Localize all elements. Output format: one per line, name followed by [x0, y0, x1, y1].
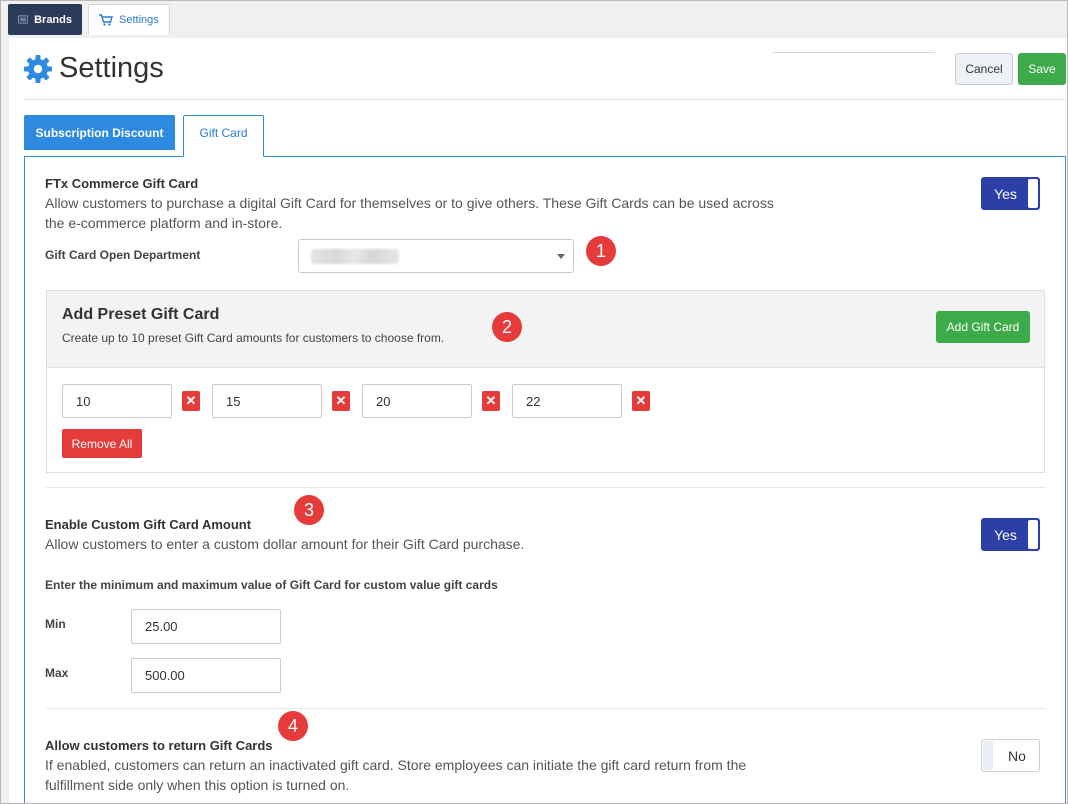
preset-description: Create up to 10 preset Gift Card amounts… [62, 331, 445, 345]
toggle-knob [1028, 179, 1038, 208]
section-divider [46, 708, 1046, 709]
remove-amount-icon[interactable]: ✕ [632, 391, 650, 411]
returns-toggle[interactable]: No [981, 739, 1040, 772]
top-tab-brands[interactable]: Brands [8, 4, 82, 35]
returns-title: Allow customers to return Gift Cards [45, 738, 273, 753]
tab-subscription-discount[interactable]: Subscription Discount [24, 115, 175, 150]
top-tab-brands-label: Brands [34, 13, 72, 26]
toggle-knob [983, 741, 993, 770]
department-label: Gift Card Open Department [45, 248, 201, 262]
top-tab-settings[interactable]: Settings [88, 4, 170, 35]
range-label: Enter the minimum and maximum value of G… [45, 578, 498, 592]
custom-amount-toggle-label: Yes [994, 526, 1017, 543]
remove-all-button[interactable]: Remove All [62, 429, 142, 458]
add-gift-card-button[interactable]: Add Gift Card [936, 311, 1030, 343]
remove-amount-icon[interactable]: ✕ [332, 391, 350, 411]
top-tab-settings-label: Settings [119, 14, 159, 26]
preset-gift-card-box: Add Preset Gift Card Create up to 10 pre… [46, 290, 1045, 473]
header-divider [772, 52, 935, 53]
preset-amount-input[interactable]: 20 [362, 384, 472, 418]
returns-toggle-label: No [1008, 747, 1026, 764]
marker-3: 3 [294, 495, 324, 525]
marker-2: 2 [492, 312, 522, 342]
gift-card-toggle[interactable]: Yes [981, 177, 1040, 210]
page-header: Settings [23, 52, 164, 85]
gift-card-toggle-label: Yes [994, 185, 1017, 202]
title-divider [23, 99, 1066, 100]
page-title: Settings [59, 52, 164, 84]
preset-amount-input[interactable]: 22 [512, 384, 622, 418]
custom-amount-description: Allow customers to enter a custom dollar… [45, 536, 525, 552]
department-value-redacted [311, 249, 399, 264]
gift-card-section-title: FTx Commerce Gift Card [45, 176, 199, 191]
marker-4: 4 [278, 711, 308, 741]
app-window: Brands Settings Settings Cancel Save Sub… [0, 0, 1068, 804]
cart-icon [99, 14, 113, 26]
gift-card-section-description: Allow customers to purchase a digital Gi… [45, 195, 774, 231]
tab-gift-card[interactable]: Gift Card [183, 115, 264, 157]
min-input[interactable]: 25.00 [131, 609, 281, 644]
remove-amount-icon[interactable]: ✕ [182, 391, 200, 411]
preset-title: Add Preset Gift Card [62, 306, 220, 323]
custom-amount-title: Enable Custom Gift Card Amount [45, 517, 252, 532]
marker-1: 1 [586, 236, 616, 266]
section-divider [46, 487, 1046, 488]
brands-icon [18, 15, 29, 24]
chevron-down-icon [557, 254, 565, 259]
preset-amount-input[interactable]: 10 [62, 384, 172, 418]
custom-amount-toggle[interactable]: Yes [981, 518, 1040, 551]
preset-amount-input[interactable]: 15 [212, 384, 322, 418]
save-button[interactable]: Save [1018, 53, 1066, 85]
max-label: Max [45, 666, 69, 680]
gear-icon [24, 54, 52, 83]
main-content: Settings Cancel Save Subscription Discou… [9, 38, 1067, 803]
gift-card-panel: FTx Commerce Gift Card Allow customers t… [24, 156, 1066, 803]
department-select[interactable] [298, 239, 574, 273]
preset-header: Add Preset Gift Card Create up to 10 pre… [47, 291, 1044, 368]
toggle-knob [1028, 520, 1038, 549]
remove-amount-icon[interactable]: ✕ [482, 391, 500, 411]
max-input[interactable]: 500.00 [131, 658, 281, 693]
top-tab-bar: Brands Settings [1, 1, 1067, 39]
min-label: Min [45, 617, 66, 631]
cancel-button[interactable]: Cancel [955, 53, 1013, 85]
returns-description: If enabled, customers can return an inac… [45, 757, 747, 793]
